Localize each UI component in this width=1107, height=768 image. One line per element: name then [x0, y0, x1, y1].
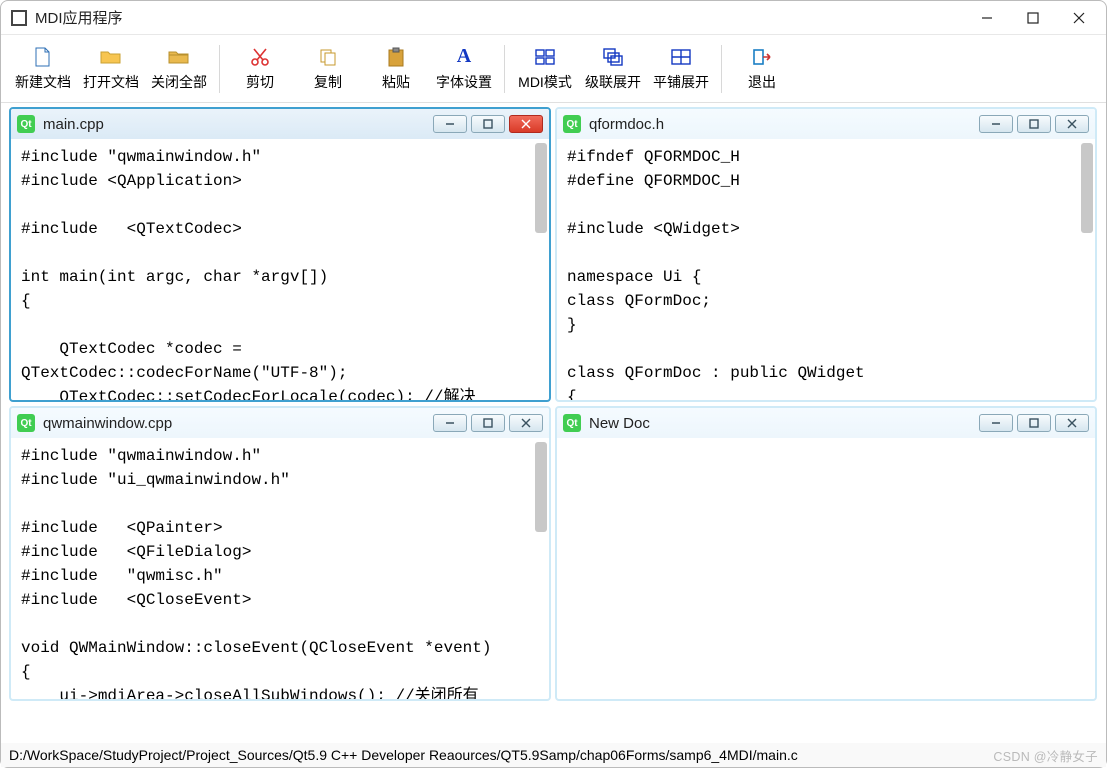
mdi-titlebar[interactable]: Qt qwmainwindow.cpp [11, 408, 549, 438]
mdi-window-title: qformdoc.h [587, 116, 973, 133]
mdi-window-title: New Doc [587, 415, 973, 432]
close-all-button[interactable]: 关闭全部 [145, 39, 213, 99]
folder-closed-icon [168, 46, 190, 68]
font-settings-button[interactable]: A 字体设置 [430, 39, 498, 99]
titlebar: MDI应用程序 [1, 1, 1106, 35]
code-content[interactable] [557, 438, 1095, 699]
code-content[interactable]: #include "qwmainwindow.h" #include "ui_q… [11, 438, 549, 699]
exit-icon [751, 46, 773, 68]
mdi-maximize-button[interactable] [1017, 115, 1051, 133]
maximize-button[interactable] [1010, 2, 1056, 34]
window-title: MDI应用程序 [35, 7, 964, 28]
scissors-icon [249, 46, 271, 68]
editor-area[interactable] [557, 438, 1095, 699]
editor-area[interactable]: #include "qwmainwindow.h" #include "ui_q… [11, 438, 549, 699]
label: 粘贴 [382, 72, 410, 92]
font-icon: A [453, 46, 475, 68]
label: 平铺展开 [653, 72, 709, 92]
mdi-close-button[interactable] [1055, 115, 1089, 133]
cut-button[interactable]: 剪切 [226, 39, 294, 99]
mdi-window-title: main.cpp [41, 116, 427, 133]
mdi-titlebar[interactable]: Qt qformdoc.h [557, 109, 1095, 139]
code-content[interactable]: #ifndef QFORMDOC_H #define QFORMDOC_H #i… [557, 139, 1095, 400]
cascade-icon [602, 46, 624, 68]
mdi-minimize-button[interactable] [433, 414, 467, 432]
mdi-maximize-button[interactable] [1017, 414, 1051, 432]
label: 打开文档 [83, 72, 139, 92]
watermark: CSDN @冷静女子 [993, 746, 1098, 765]
mdi-mode-button[interactable]: MDI模式 [511, 39, 579, 99]
scrollbar-thumb[interactable] [535, 442, 547, 532]
scrollbar-thumb[interactable] [1081, 143, 1093, 233]
file-new-icon [32, 46, 54, 68]
label: 退出 [748, 72, 776, 92]
mdi-titlebar[interactable]: Qt New Doc [557, 408, 1095, 438]
editor-area[interactable]: #include "qwmainwindow.h" #include <QApp… [11, 139, 549, 400]
toolbar-separator [504, 45, 505, 93]
statusbar: D:/WorkSpace/StudyProject/Project_Source… [1, 743, 1106, 767]
mdi-window-title: qwmainwindow.cpp [41, 415, 427, 432]
copy-icon [317, 46, 339, 68]
mdi-close-button[interactable] [1055, 414, 1089, 432]
mdi-window-qwmainwindow-cpp[interactable]: Qt qwmainwindow.cpp #include "qwmainwind… [9, 406, 551, 701]
code-content[interactable]: #include "qwmainwindow.h" #include <QApp… [11, 139, 549, 400]
open-doc-button[interactable]: 打开文档 [77, 39, 145, 99]
mdi-titlebar[interactable]: Qt main.cpp [11, 109, 549, 139]
app-icon [11, 10, 27, 26]
mdi-minimize-button[interactable] [433, 115, 467, 133]
cascade-button[interactable]: 级联展开 [579, 39, 647, 99]
label: 级联展开 [585, 72, 641, 92]
mdi-maximize-button[interactable] [471, 115, 505, 133]
toolbar: 新建文档 打开文档 关闭全部 剪切 复制 粘贴 A 字体设置 MDI模式 级联展… [1, 35, 1106, 103]
paste-button[interactable]: 粘贴 [362, 39, 430, 99]
new-doc-button[interactable]: 新建文档 [9, 39, 77, 99]
scrollbar-thumb[interactable] [535, 143, 547, 233]
qt-icon: Qt [17, 414, 35, 432]
toolbar-separator [721, 45, 722, 93]
mdi-minimize-button[interactable] [979, 115, 1013, 133]
label: 新建文档 [15, 72, 71, 92]
toolbar-separator [219, 45, 220, 93]
mdi-maximize-button[interactable] [471, 414, 505, 432]
qt-icon: Qt [563, 115, 581, 133]
paste-icon [385, 46, 407, 68]
mdi-window-new-doc[interactable]: Qt New Doc [555, 406, 1097, 701]
qt-icon: Qt [17, 115, 35, 133]
qt-icon: Qt [563, 414, 581, 432]
tile-icon [670, 46, 692, 68]
mdi-window-qformdoc-h[interactable]: Qt qformdoc.h #ifndef QFORMDOC_H #define… [555, 107, 1097, 402]
exit-button[interactable]: 退出 [728, 39, 796, 99]
mdi-close-button[interactable] [509, 115, 543, 133]
folder-open-icon [100, 46, 122, 68]
status-path: D:/WorkSpace/StudyProject/Project_Source… [9, 747, 798, 763]
editor-area[interactable]: #ifndef QFORMDOC_H #define QFORMDOC_H #i… [557, 139, 1095, 400]
label: MDI模式 [518, 72, 572, 92]
copy-button[interactable]: 复制 [294, 39, 362, 99]
label: 复制 [314, 72, 342, 92]
tile-button[interactable]: 平铺展开 [647, 39, 715, 99]
label: 字体设置 [436, 72, 492, 92]
mdi-minimize-button[interactable] [979, 414, 1013, 432]
label: 关闭全部 [151, 72, 207, 92]
mdi-close-button[interactable] [509, 414, 543, 432]
grid-icon [534, 46, 556, 68]
label: 剪切 [246, 72, 274, 92]
mdi-window-main-cpp[interactable]: Qt main.cpp #include "qwmainwindow.h" #i… [9, 107, 551, 402]
close-button[interactable] [1056, 2, 1102, 34]
mdi-area: Qt main.cpp #include "qwmainwindow.h" #i… [7, 105, 1100, 741]
minimize-button[interactable] [964, 2, 1010, 34]
